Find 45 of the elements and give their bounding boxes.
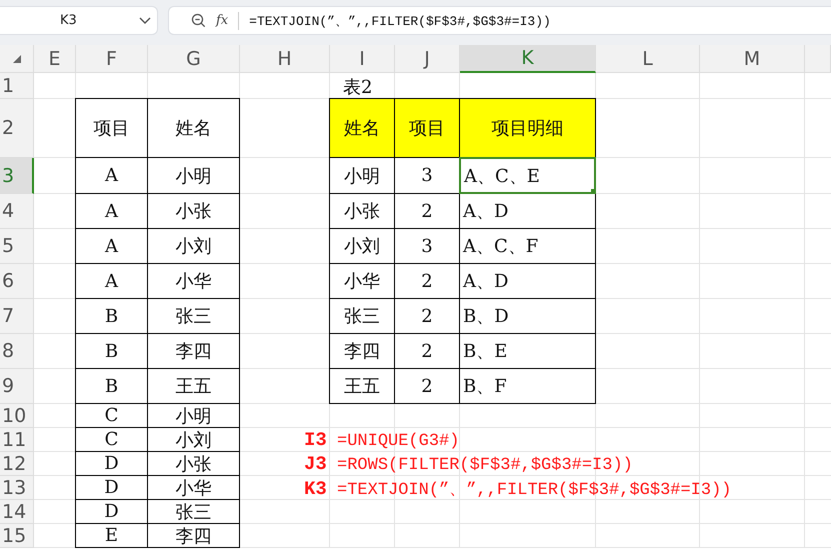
column-header[interactable]: G — [148, 45, 240, 73]
row-header[interactable]: 10 — [0, 404, 34, 428]
table-cell: E — [75, 523, 148, 548]
formula-note: I3 =UNIQUE(G3#) — [303, 428, 460, 452]
row-header[interactable]: 1 — [0, 73, 34, 99]
row-header[interactable]: 15 — [0, 524, 34, 548]
function-label[interactable]: fx — [216, 13, 228, 28]
row-header[interactable]: 8 — [0, 334, 34, 369]
zoom-icon — [191, 13, 206, 28]
formula-text[interactable]: =TEXTJOIN(”、”,,FILTER($F$3#,$G$3#=I3)) — [249, 12, 551, 30]
header-cell: 项目明细 — [459, 98, 596, 158]
table-cell[interactable]: B、F — [459, 368, 596, 404]
row-header[interactable]: 14 — [0, 500, 34, 524]
formula-bar[interactable]: fx =TEXTJOIN(”、”,,FILTER($F$3#,$G$3#=I3)) — [168, 6, 831, 35]
row-header[interactable]: 13 — [0, 476, 34, 500]
name-box[interactable]: K3 — [0, 6, 158, 35]
select-all-icon[interactable] — [12, 54, 22, 64]
formula-note: K3 =TEXTJOIN(”、”,,FILTER($F$3#,$G$3#=I3)) — [303, 476, 732, 500]
header-cell: 姓名 — [329, 98, 395, 158]
row-header[interactable]: 11 — [0, 428, 34, 452]
row-header[interactable]: 9 — [0, 369, 34, 404]
header-cell: 项目 — [75, 98, 148, 158]
column-header[interactable]: L — [596, 45, 700, 73]
column-header[interactable]: K — [460, 45, 596, 73]
table-cell: 李四 — [147, 523, 240, 548]
column-header[interactable]: H — [240, 45, 330, 73]
column-header[interactable]: E — [34, 45, 76, 73]
row-header[interactable]: 3 — [0, 158, 34, 194]
row-header[interactable]: 4 — [0, 194, 34, 229]
chevron-down-icon — [139, 16, 151, 24]
row-header[interactable]: 5 — [0, 229, 34, 264]
column-header[interactable]: I — [330, 45, 395, 73]
row-header[interactable]: 12 — [0, 452, 34, 476]
row-header[interactable]: 7 — [0, 299, 34, 334]
column-header[interactable]: M — [700, 45, 805, 73]
table-cell: 王五 — [329, 368, 395, 404]
header-cell: 姓名 — [147, 98, 240, 158]
row-header[interactable]: 2 — [0, 99, 34, 158]
column-header[interactable]: J — [395, 45, 460, 73]
row-header[interactable]: 6 — [0, 264, 34, 299]
active-cell[interactable]: A、C、E — [459, 157, 596, 194]
formula-note: J3 =ROWS(FILTER($F$3#,$G$3#=I3)) — [303, 452, 634, 476]
column-header[interactable]: F — [76, 45, 148, 73]
header-cell: 项目 — [394, 98, 460, 158]
table-title: 表2 — [342, 76, 374, 99]
